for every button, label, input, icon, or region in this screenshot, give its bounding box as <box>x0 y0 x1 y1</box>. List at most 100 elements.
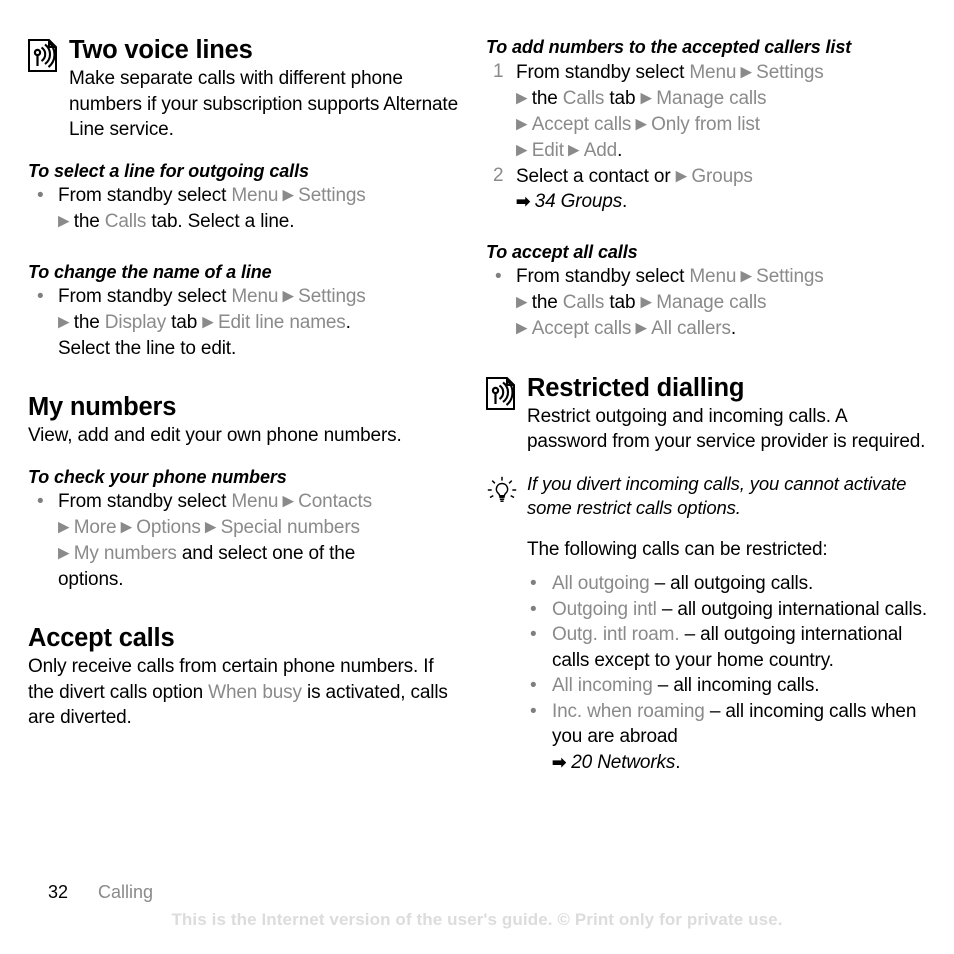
menu-arrow-icon: ▶ <box>278 492 299 510</box>
bullet-icon: • <box>495 265 502 287</box>
list-item: • Inc. when roaming – all incoming calls… <box>518 699 930 776</box>
menu-arrow-icon: ▶ <box>640 293 657 311</box>
menu-arrow-icon: ▶ <box>640 89 657 106</box>
text-run: From standby select <box>516 61 690 83</box>
cross-reference[interactable]: 34 Groups <box>535 191 623 212</box>
restriction-intro: The following calls can be restricted: <box>527 538 828 560</box>
right-column: To add numbers to the accepted callers l… <box>477 0 954 880</box>
bullet-icon: • <box>530 624 537 645</box>
ui-term[interactable]: Accept calls <box>532 114 632 135</box>
restriction-term: Inc. when roaming <box>552 700 705 722</box>
ui-term[interactable]: Settings <box>298 185 366 206</box>
page-footer: 32 Calling This is the Internet version o… <box>0 880 954 954</box>
text-run: . <box>622 191 628 212</box>
watermark-notice: This is the Internet version of the user… <box>171 910 783 929</box>
ui-term[interactable]: Display <box>105 312 166 333</box>
xref-tail: . <box>675 751 681 773</box>
section-body: Only receive calls from certain phone nu… <box>28 654 459 731</box>
page-number: 32 <box>48 882 69 902</box>
step-text: From standby select Menu ▶ Settings ▶ the… <box>516 266 824 339</box>
list-item: • All incoming – all incoming calls. <box>518 673 930 699</box>
ui-term[interactable]: Edit line names <box>218 312 346 333</box>
section-title-accept-calls: Accept calls <box>28 624 175 652</box>
procedure-title-change-line-name: To change the name of a line <box>28 261 272 282</box>
restriction-term: All outgoing <box>552 573 650 594</box>
ui-term[interactable]: When busy <box>208 682 302 703</box>
page-title: Two voice lines <box>69 36 253 64</box>
text-run: From standby select <box>58 185 232 206</box>
procedure-title-check-phone-numbers: To check your phone numbers <box>28 466 287 487</box>
ui-term[interactable]: Manage calls <box>656 292 766 313</box>
ui-term[interactable]: All callers <box>651 318 731 339</box>
procedure-steps-change-line-name: • From standby select Menu ▶ Settings ▶ t… <box>28 284 459 362</box>
list-item: 2 Select a contact or ▶ Groups ➡ 34 Group… <box>486 163 930 215</box>
xref-arrow-icon: ➡ <box>552 752 567 772</box>
menu-arrow-icon: ▶ <box>58 313 74 331</box>
ui-term[interactable]: Settings <box>298 286 366 307</box>
section-two-voice-lines: Two voice lines Make separate calls with… <box>28 36 459 143</box>
ui-term[interactable]: Manage calls <box>656 88 766 109</box>
restriction-list: • All outgoing – all outgoing calls. • O… <box>486 571 930 775</box>
procedure-title-accept-all-calls: To accept all calls <box>486 241 638 262</box>
menu-arrow-icon: ▶ <box>631 115 652 132</box>
section-title-my-numbers: My numbers <box>28 393 177 421</box>
ui-term[interactable]: Calls <box>563 292 605 313</box>
xref-arrow-icon: ➡ <box>516 192 535 211</box>
bullet-icon: • <box>530 573 537 594</box>
menu-arrow-icon: ▶ <box>516 115 532 132</box>
restriction-desc: – all incoming calls. <box>652 675 820 696</box>
bullet-icon: • <box>37 490 44 512</box>
footer-page-info: 32 Calling <box>48 882 153 903</box>
two-column-layout: Two voice lines Make separate calls with… <box>0 0 954 880</box>
cross-reference[interactable]: 20 Networks <box>571 752 675 773</box>
list-item: • From standby select Menu ▶ Contacts ▶ M… <box>28 489 459 593</box>
menu-arrow-icon: ▶ <box>58 544 74 562</box>
tip-text: If you divert incoming calls, you cannot… <box>527 472 907 518</box>
menu-arrow-icon: ▶ <box>631 319 652 337</box>
step-text: From standby select Menu ▶ Settings ▶ the… <box>58 185 366 232</box>
ui-term[interactable]: Only from list <box>651 114 760 135</box>
ui-term[interactable]: Menu <box>231 491 278 512</box>
manual-page: Two voice lines Make separate calls with… <box>0 0 954 954</box>
ui-term[interactable]: Settings <box>756 266 824 287</box>
restriction-desc: – all outgoing international calls. <box>656 598 928 620</box>
menu-arrow-icon: ▶ <box>58 212 74 230</box>
section-restricted-dialling: Restricted dialling Restrict outgoing an… <box>486 374 930 455</box>
ui-term[interactable]: My numbers <box>74 543 177 564</box>
ui-term[interactable]: Add <box>584 140 618 161</box>
ui-term[interactable]: Options <box>136 517 201 538</box>
ui-term[interactable]: Accept calls <box>532 318 632 339</box>
chapter-name: Calling <box>98 882 154 902</box>
text-run: From standby select <box>58 286 232 307</box>
restriction-term: All incoming <box>552 675 653 696</box>
ui-term[interactable]: Menu <box>689 266 736 287</box>
ui-term[interactable]: Menu <box>231 185 278 206</box>
step-number: 2 <box>493 165 504 186</box>
menu-arrow-icon: ▶ <box>563 141 584 158</box>
ui-term[interactable]: Groups <box>691 166 753 187</box>
ui-term[interactable]: Edit <box>532 140 564 161</box>
network-service-icon <box>486 376 515 410</box>
text-run: the <box>531 87 563 109</box>
ui-term[interactable]: Calls <box>563 88 605 109</box>
ui-term[interactable]: Settings <box>756 62 824 83</box>
ui-term[interactable]: Menu <box>231 286 278 307</box>
ui-term[interactable]: Special numbers <box>221 517 360 538</box>
ui-term[interactable]: Calls <box>105 211 147 232</box>
procedure-steps-add-numbers: 1 From standby select Menu ▶ Settings ▶ t… <box>486 59 930 215</box>
list-item: • From standby select Menu ▶ Settings ▶ t… <box>28 183 459 235</box>
ui-term[interactable]: Contacts <box>298 491 372 512</box>
ui-term[interactable]: More <box>74 517 117 538</box>
menu-arrow-icon: ▶ <box>278 186 299 204</box>
section-title-restricted-dialling: Restricted dialling <box>527 373 745 402</box>
ui-term[interactable]: Menu <box>689 62 736 83</box>
menu-arrow-icon: ▶ <box>516 89 532 106</box>
list-item: • Outg. intl roam. – all outgoing intern… <box>518 622 930 673</box>
text-run: tab <box>604 87 641 109</box>
section-body: View, add and edit your own phone number… <box>28 425 402 446</box>
step-text: From standby select Menu ▶ Settings ▶ the… <box>516 62 824 161</box>
